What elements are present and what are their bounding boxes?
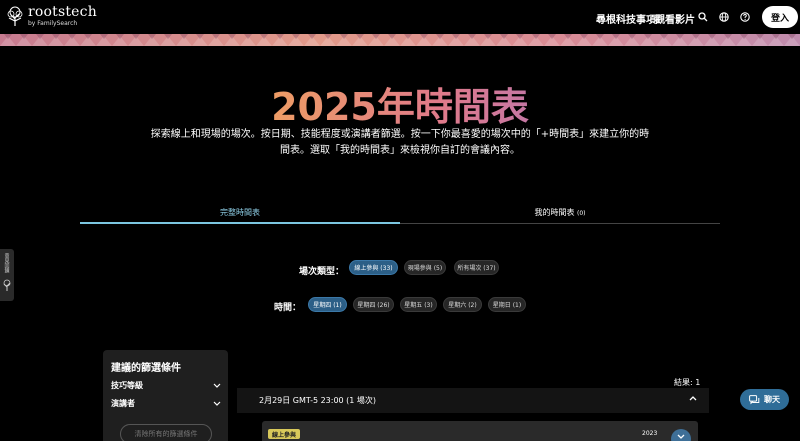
tab-my-schedule-label: 我的時間表 [534,208,575,217]
chip-day-2[interactable]: 星期四 (26) [353,297,394,312]
active-tab-indicator [80,222,400,224]
chip-day-1[interactable]: 星期四 (1) [308,297,347,312]
logo-byline: by FamilySearch [28,20,78,27]
session-year: 2023 [642,430,658,437]
feedback-side-tab[interactable]: 意見回饋 [0,249,14,301]
suggested-filters-panel: 建議的篩選條件 技巧等級 演講者 清除所有的篩選條件 [103,350,228,441]
chip-day-3[interactable]: 星期五 (3) [400,297,437,312]
tree-small-icon [3,279,11,291]
nav-link-rootstech-events[interactable]: 尋根科技事項 [596,11,656,36]
chevron-down-icon [213,401,221,406]
globe-icon[interactable] [718,11,730,23]
session-type-label: 場次類型： [299,267,345,277]
expand-session-button[interactable] [671,429,691,441]
filter-skill-level[interactable]: 技巧等級 [111,380,221,391]
tree-logo-icon [7,6,23,26]
chip-all-sessions[interactable]: 所有場次 (37) [454,260,499,275]
filter-speaker-label: 演講者 [111,399,135,408]
page-title: 2025年時間表 [0,76,800,131]
date-group-label: 2月29日 GMT-5 23:00 (1 場次) [259,396,377,405]
suggested-filters-title: 建議的篩選條件 [111,363,181,374]
chat-bubble-icon [749,394,760,404]
date-group-header[interactable]: 2月29日 GMT-5 23:00 (1 場次) [237,388,709,413]
nav-link-watch-videos[interactable]: 觀看影片 [655,11,695,26]
time-label: 時間： [274,303,302,313]
page-description: 探索線上和現場的場次。按日期、技能程度或演講者篩選。按一下你最喜愛的場次中的「+… [150,129,650,156]
chevron-down-icon [213,383,221,388]
chevron-down-icon [677,434,685,439]
chat-button[interactable]: 聊天 [740,389,789,410]
tab-my-schedule[interactable]: 我的時間表 (0) [400,207,720,223]
results-count: 結果: 1 [674,378,701,387]
filter-skill-level-label: 技巧等級 [111,381,143,390]
chip-online[interactable]: 線上參與 (33) [349,260,398,275]
logo-wordmark: rootstech [28,4,97,20]
rootstech-logo[interactable]: rootstech by FamilySearch [6,5,97,27]
tab-full-schedule-label: 完整時間表 [220,208,260,217]
site-header: rootstech by FamilySearch 尋根科技事項 觀看影片 登入 [0,0,800,36]
chip-in-person[interactable]: 現場參與 (5) [404,260,446,275]
feedback-label: 意見回饋 [3,253,10,273]
session-card[interactable]: 線上參與 2023 [262,421,698,441]
clear-filters-button[interactable]: 清除所有的篩選條件 [120,424,212,441]
login-button[interactable]: 登入 [762,6,798,28]
chevron-up-icon [689,396,697,401]
chat-label: 聊天 [764,395,780,404]
chip-day-4[interactable]: 星期六 (2) [443,297,482,312]
tab-full-schedule[interactable]: 完整時間表 [80,207,400,223]
filter-speaker[interactable]: 演講者 [111,398,221,409]
tab-my-schedule-count: (0) [577,210,586,217]
session-type-badge: 線上參與 [268,429,301,439]
tab-divider [400,223,720,224]
chip-day-5[interactable]: 星期日 (1) [488,297,526,312]
search-icon[interactable] [697,11,709,23]
decorative-pattern-strip [0,34,800,46]
help-icon[interactable] [739,11,751,23]
